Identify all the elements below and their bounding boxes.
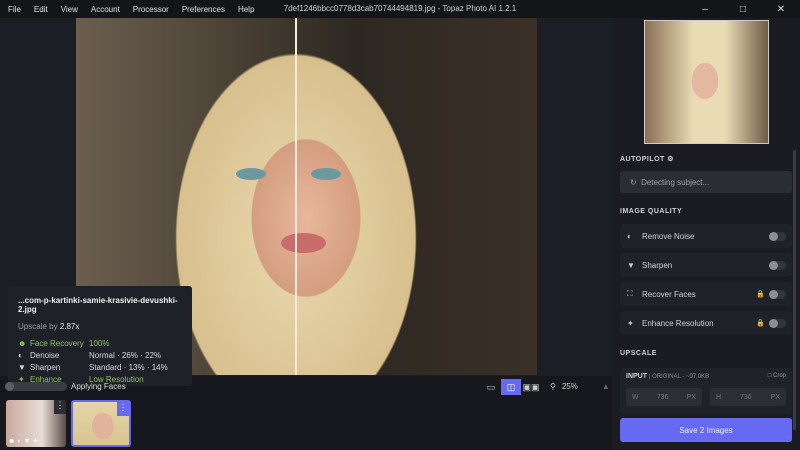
- side-by-side-button[interactable]: ▣▣: [521, 379, 541, 395]
- photo-detail: [236, 168, 266, 180]
- width-field[interactable]: W 736 PX: [626, 388, 702, 406]
- maximize-button[interactable]: □: [724, 0, 762, 18]
- more-icon[interactable]: ⋮: [54, 400, 66, 414]
- option-sharpen[interactable]: ▼ Sharpen: [620, 253, 792, 277]
- denoise-icon: ◐: [18, 350, 23, 360]
- info-label: Denoise: [30, 350, 60, 360]
- image-canvas[interactable]: ...com-p-kartinki-samie-krasivie-devushk…: [0, 18, 612, 386]
- navigator-preview[interactable]: [644, 20, 769, 144]
- zoom-up-icon[interactable]: ▲: [602, 382, 610, 391]
- settings-panel: AUTOPILOT ⚙ ↻ Detecting subject... IMAGE…: [612, 18, 800, 450]
- input-meta: | ORIGINAL - ~97,0KB: [648, 374, 710, 380]
- autopilot-heading: AUTOPILOT ⚙: [620, 156, 675, 163]
- option-label: Enhance Resolution: [642, 318, 714, 328]
- info-filename: ...com-p-kartinki-samie-krasivie-devushk…: [18, 296, 178, 314]
- menu-processor[interactable]: Processor: [133, 5, 169, 14]
- menu-edit[interactable]: Edit: [34, 5, 48, 14]
- info-label: Sharpen: [30, 362, 61, 372]
- option-label: Remove Noise: [642, 231, 695, 241]
- zoom-icon[interactable]: ⚲: [550, 382, 556, 391]
- menu-help[interactable]: Help: [238, 5, 254, 14]
- height-field[interactable]: H 736 PX: [710, 388, 786, 406]
- status-label: Applying Faces: [71, 382, 126, 391]
- face-frame-icon: ⛶: [627, 289, 633, 298]
- upscale-input-box: INPUT | ORIGINAL - ~97,0KB □ Crop W 736 PX…: [620, 368, 792, 414]
- single-view-button[interactable]: ▭: [481, 379, 501, 395]
- info-value: 100%: [89, 338, 110, 348]
- menu-file[interactable]: File: [8, 5, 21, 14]
- photo-detail: [311, 168, 341, 180]
- split-view-button[interactable]: ◫: [501, 379, 521, 395]
- menu-account[interactable]: Account: [91, 5, 120, 14]
- save-button[interactable]: Save 2 Images: [620, 418, 792, 442]
- more-icon[interactable]: ⋮: [117, 402, 129, 416]
- upscale-label: Upscale by: [18, 322, 58, 331]
- recover-faces-toggle[interactable]: [769, 290, 786, 299]
- thumbnail-2[interactable]: ⋮: [71, 400, 131, 447]
- info-value: Standard · 13% · 14%: [89, 362, 168, 372]
- menu-view[interactable]: View: [61, 5, 78, 14]
- gear-icon[interactable]: ⚙: [667, 156, 674, 163]
- applied-icons: ☻ ◐ ▼ ✦: [8, 438, 39, 445]
- option-label: Recover Faces: [642, 289, 696, 299]
- denoise-icon: ◐: [627, 231, 632, 241]
- sharpen-icon: ▼: [18, 362, 26, 372]
- face-recovery-icon: ☻: [18, 338, 27, 348]
- photo-detail: [281, 233, 326, 253]
- info-label: Face Recovery: [30, 338, 84, 348]
- crop-button[interactable]: □ Crop: [768, 373, 786, 379]
- processing-progress: [5, 382, 67, 391]
- upscale-heading: UPSCALE: [620, 350, 657, 357]
- menu-preferences[interactable]: Preferences: [182, 5, 225, 14]
- lock-icon: 🔒: [756, 320, 765, 327]
- minimize-button[interactable]: –: [686, 0, 724, 18]
- remove-noise-toggle[interactable]: [769, 232, 786, 241]
- option-remove-noise[interactable]: ◐ Remove Noise: [620, 224, 792, 248]
- sharpen-toggle[interactable]: [769, 261, 786, 270]
- compare-split-handle[interactable]: [295, 18, 297, 375]
- lock-icon: 🔒: [756, 291, 765, 298]
- autopilot-status: ↻ Detecting subject...: [620, 171, 792, 193]
- image-info-popup: ...com-p-kartinki-samie-krasivie-devushk…: [8, 286, 192, 386]
- sharpen-icon: ▼: [627, 260, 635, 270]
- zoom-level[interactable]: 25%: [562, 382, 578, 391]
- image-quality-heading: IMAGE QUALITY: [620, 208, 683, 215]
- close-button[interactable]: ✕: [762, 0, 800, 18]
- option-recover-faces[interactable]: ⛶ Recover Faces 🔒: [620, 282, 792, 306]
- enhance-icon: ✦: [627, 318, 634, 328]
- input-label: INPUT: [626, 373, 647, 380]
- enhance-resolution-toggle[interactable]: [769, 319, 786, 328]
- thumbnail-strip: ⋮ ☻ ◐ ▼ ✦ ⋮: [0, 398, 612, 450]
- menu-bar: File Edit View Account Processor Prefere…: [0, 0, 800, 18]
- upscale-value: 2.87x: [59, 322, 80, 331]
- panel-scrollbar[interactable]: [793, 150, 796, 430]
- option-label: Sharpen: [642, 260, 673, 270]
- option-enhance-resolution[interactable]: ✦ Enhance Resolution 🔒: [620, 311, 792, 335]
- thumbnail-1[interactable]: ⋮ ☻ ◐ ▼ ✦: [6, 400, 66, 447]
- info-value: Normal · 26% · 22%: [89, 350, 162, 360]
